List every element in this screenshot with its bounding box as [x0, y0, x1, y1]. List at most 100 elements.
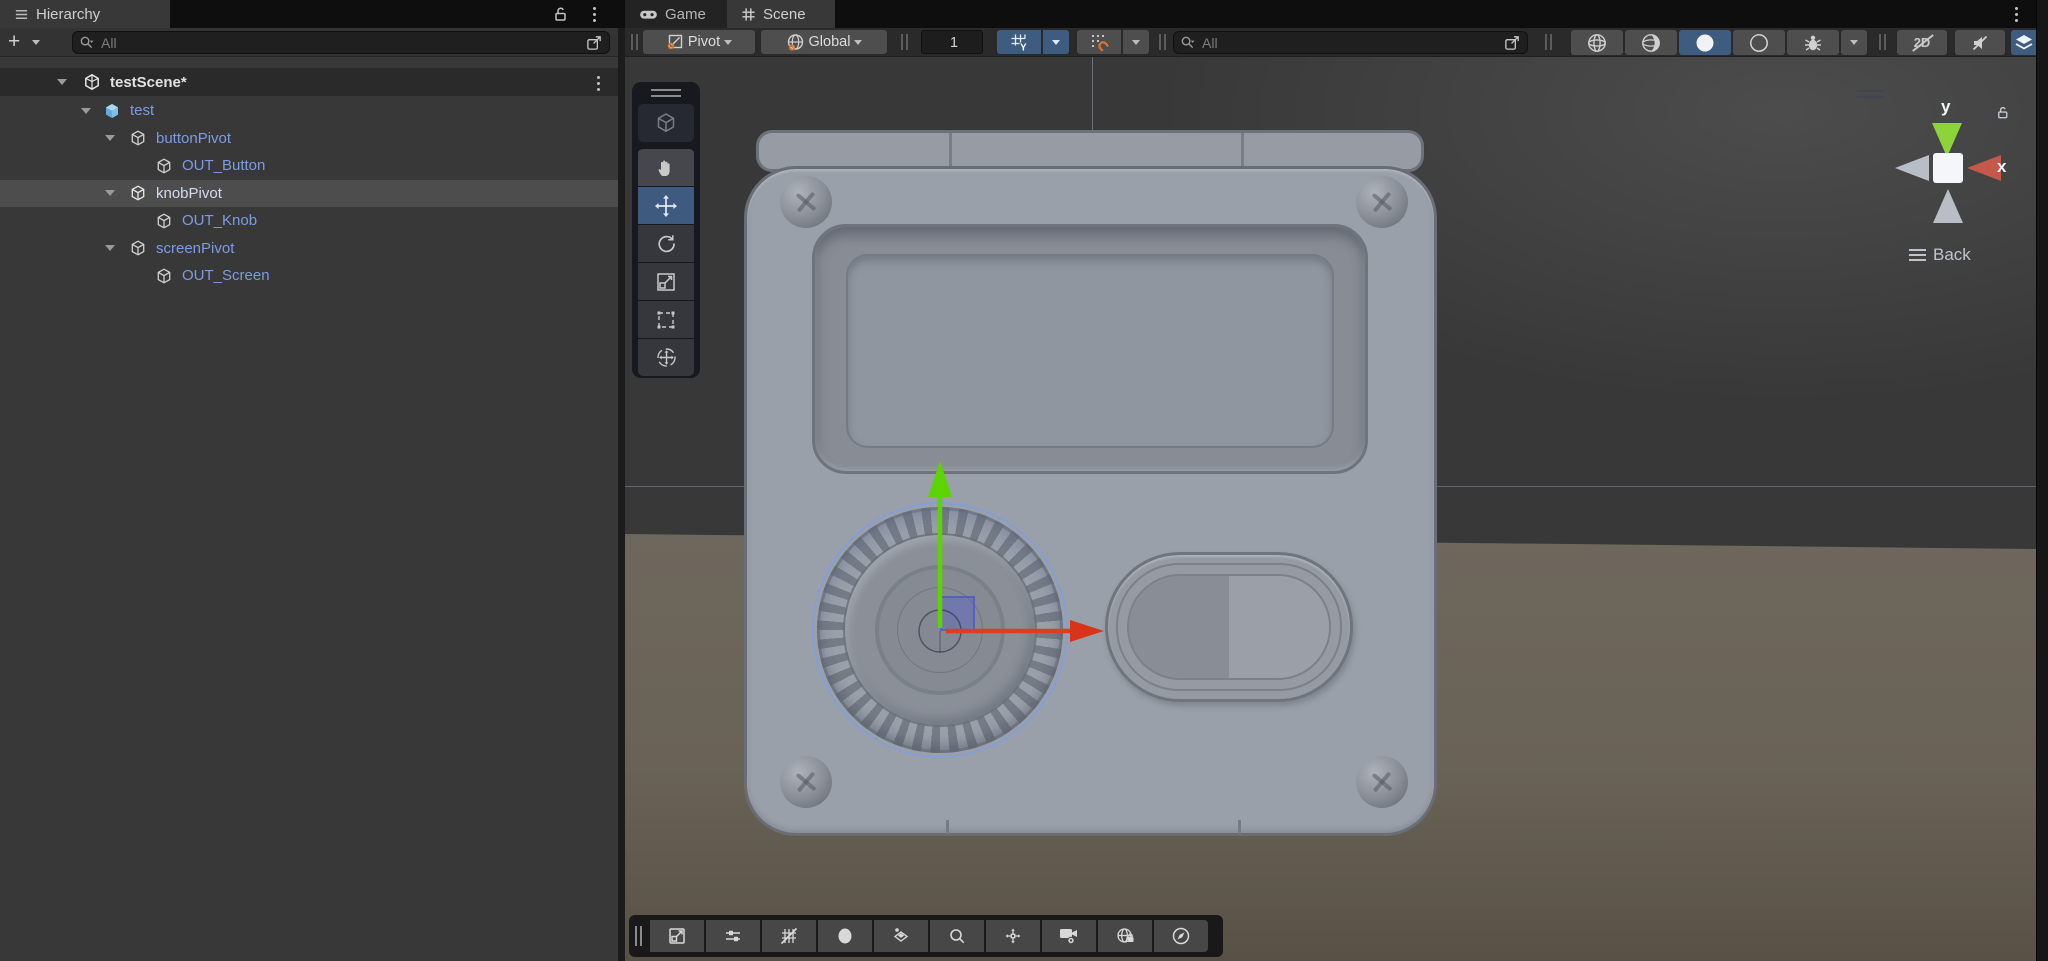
scale-tool-button[interactable]: [638, 262, 694, 300]
camera-view-button[interactable]: [1042, 920, 1096, 952]
shaded-wireframe-button[interactable]: [1625, 30, 1677, 55]
gizmo-y-axis-cone[interactable]: [1932, 123, 1962, 157]
hierarchy-row-screenPivot[interactable]: screenPivot: [0, 235, 618, 263]
expand-view-button[interactable]: [650, 920, 704, 952]
gizmo-view-label: Back: [1933, 245, 1971, 265]
pick-object-icon[interactable]: [1504, 34, 1521, 51]
grid-off-button[interactable]: [762, 920, 816, 952]
prefab-icon: [103, 102, 121, 120]
rect-tool-button[interactable]: [638, 300, 694, 338]
grid-visibility-button[interactable]: Y: [997, 30, 1041, 54]
view-tool-cube-button[interactable]: [638, 104, 694, 142]
lock-icon[interactable]: [552, 6, 568, 22]
lip-divider: [1241, 133, 1244, 169]
debug-effects-button[interactable]: [1787, 30, 1839, 55]
overlay-drag-handle[interactable]: [635, 926, 642, 946]
hierarchy-row-OUT_Knob[interactable]: OUT_Knob: [0, 207, 618, 235]
device-screen[interactable]: [846, 254, 1334, 448]
overlay-drag-handle[interactable]: [651, 89, 681, 97]
expand-arrow-icon[interactable]: [105, 135, 115, 141]
grid-snapping-button[interactable]: [1077, 30, 1121, 54]
tab-scene[interactable]: Scene: [727, 0, 835, 28]
device-button[interactable]: [1105, 552, 1353, 702]
chevron-down-icon: [1132, 40, 1140, 45]
move-tool-button-active[interactable]: [638, 186, 694, 224]
scene-menu-icon[interactable]: [2014, 7, 2018, 22]
hand-tool-button[interactable]: [638, 148, 694, 186]
toolbar-drag-handle[interactable]: [1545, 34, 1552, 50]
gizmo-y-label: y: [1941, 97, 1950, 117]
hierarchy-row-OUT_Screen[interactable]: OUT_Screen: [0, 262, 618, 290]
grid-size-input[interactable]: [922, 31, 986, 55]
2d-view-toggle-off[interactable]: 2D: [1897, 30, 1947, 55]
hierarchy-row-test[interactable]: test: [0, 97, 618, 125]
hierarchy-row-OUT_Button[interactable]: OUT_Button: [0, 152, 618, 180]
chevron-down-icon: [1052, 40, 1060, 45]
overlay-drag-handle[interactable]: [1857, 90, 1883, 98]
gizmo-x-axis-cone[interactable]: [1967, 155, 2001, 181]
hierarchy-panel: testScene* test buttonPivot OUT_Button: [0, 57, 618, 961]
center-move-button[interactable]: [986, 920, 1040, 952]
hierarchy-row-knobPivot[interactable]: knobPivot: [0, 180, 618, 208]
pick-object-icon[interactable]: [586, 34, 603, 51]
tool-handle-position-dropdown[interactable]: Pivot: [643, 30, 755, 54]
chevron-down-icon: [1850, 40, 1858, 45]
gizmo-center-cube[interactable]: [1933, 153, 1963, 183]
shaded-mode-button-active[interactable]: [1679, 30, 1731, 55]
toolbar-drag-handle[interactable]: [631, 34, 638, 50]
bottom-lip-divider: [946, 820, 949, 834]
expand-arrow-icon[interactable]: [105, 190, 115, 196]
globe-lock-button[interactable]: [1098, 920, 1152, 952]
gizmo-lock-icon[interactable]: [1995, 105, 2010, 120]
transform-tool-button[interactable]: [638, 338, 694, 376]
scene-viewport[interactable]: y x Back: [625, 57, 2036, 961]
tab-game[interactable]: Game: [625, 0, 727, 28]
search-icon: [79, 35, 94, 50]
expand-arrow-icon[interactable]: [57, 79, 67, 85]
scene-name: testScene*: [110, 74, 187, 91]
panel-divider[interactable]: [618, 28, 625, 961]
chevron-down-icon: [724, 40, 732, 45]
toolbar-drag-handle[interactable]: [901, 34, 908, 50]
unlit-shading-button[interactable]: [1733, 30, 1785, 55]
sliders-settings-button[interactable]: [706, 920, 760, 952]
wireframe-shading-button[interactable]: [1571, 30, 1623, 55]
create-object-caret-icon[interactable]: [32, 40, 40, 45]
expand-arrow-icon[interactable]: [105, 245, 115, 251]
rotate-tool-button[interactable]: [638, 224, 694, 262]
pivot-label: Pivot: [688, 34, 720, 50]
hierarchy-search-input[interactable]: [99, 34, 581, 52]
snap-diamond-button[interactable]: [874, 920, 928, 952]
scene-audio-toggle-muted[interactable]: [1955, 30, 2005, 55]
gizmo-bottom-cone[interactable]: [1933, 189, 1963, 223]
expand-arrow-icon[interactable]: [81, 108, 91, 114]
toolbar-drag-handle[interactable]: [1879, 34, 1886, 50]
gameobject-cube-icon: [155, 267, 173, 285]
scene-row-menu-icon[interactable]: [596, 76, 600, 91]
gizmo-view-menu[interactable]: Back: [1909, 245, 1971, 265]
globe-icon: [786, 33, 805, 52]
hierarchy-row-buttonPivot[interactable]: buttonPivot: [0, 125, 618, 153]
magnifier-button[interactable]: [930, 920, 984, 952]
sphere-gizmo-button[interactable]: [818, 920, 872, 952]
tool-handle-rotation-dropdown[interactable]: Global: [761, 30, 887, 54]
tab-scene-label: Scene: [763, 6, 806, 23]
overlay-stack-button[interactable]: [2011, 30, 2036, 55]
grid-visibility-caret[interactable]: [1043, 30, 1069, 54]
toolbar-drag-handle[interactable]: [1159, 34, 1166, 50]
debug-effects-caret[interactable]: [1841, 30, 1867, 55]
hierarchy-search-field[interactable]: [72, 31, 610, 54]
scene-search-input[interactable]: [1200, 34, 1499, 52]
grid-size-field[interactable]: [921, 30, 983, 54]
create-object-button[interactable]: +: [8, 29, 20, 55]
gizmo-x-label: x: [1997, 157, 2006, 177]
gizmo-left-cone[interactable]: [1895, 155, 1929, 181]
scene-header-row[interactable]: testScene*: [0, 68, 618, 96]
button-right-half: [1229, 576, 1329, 678]
hierarchy-menu-icon[interactable]: [592, 7, 596, 22]
tab-hierarchy[interactable]: Hierarchy: [0, 0, 170, 28]
grid-snapping-caret[interactable]: [1123, 30, 1149, 54]
right-panel-edge: [2036, 0, 2048, 961]
scene-search-field[interactable]: [1173, 31, 1528, 54]
compass-button[interactable]: [1154, 920, 1208, 952]
